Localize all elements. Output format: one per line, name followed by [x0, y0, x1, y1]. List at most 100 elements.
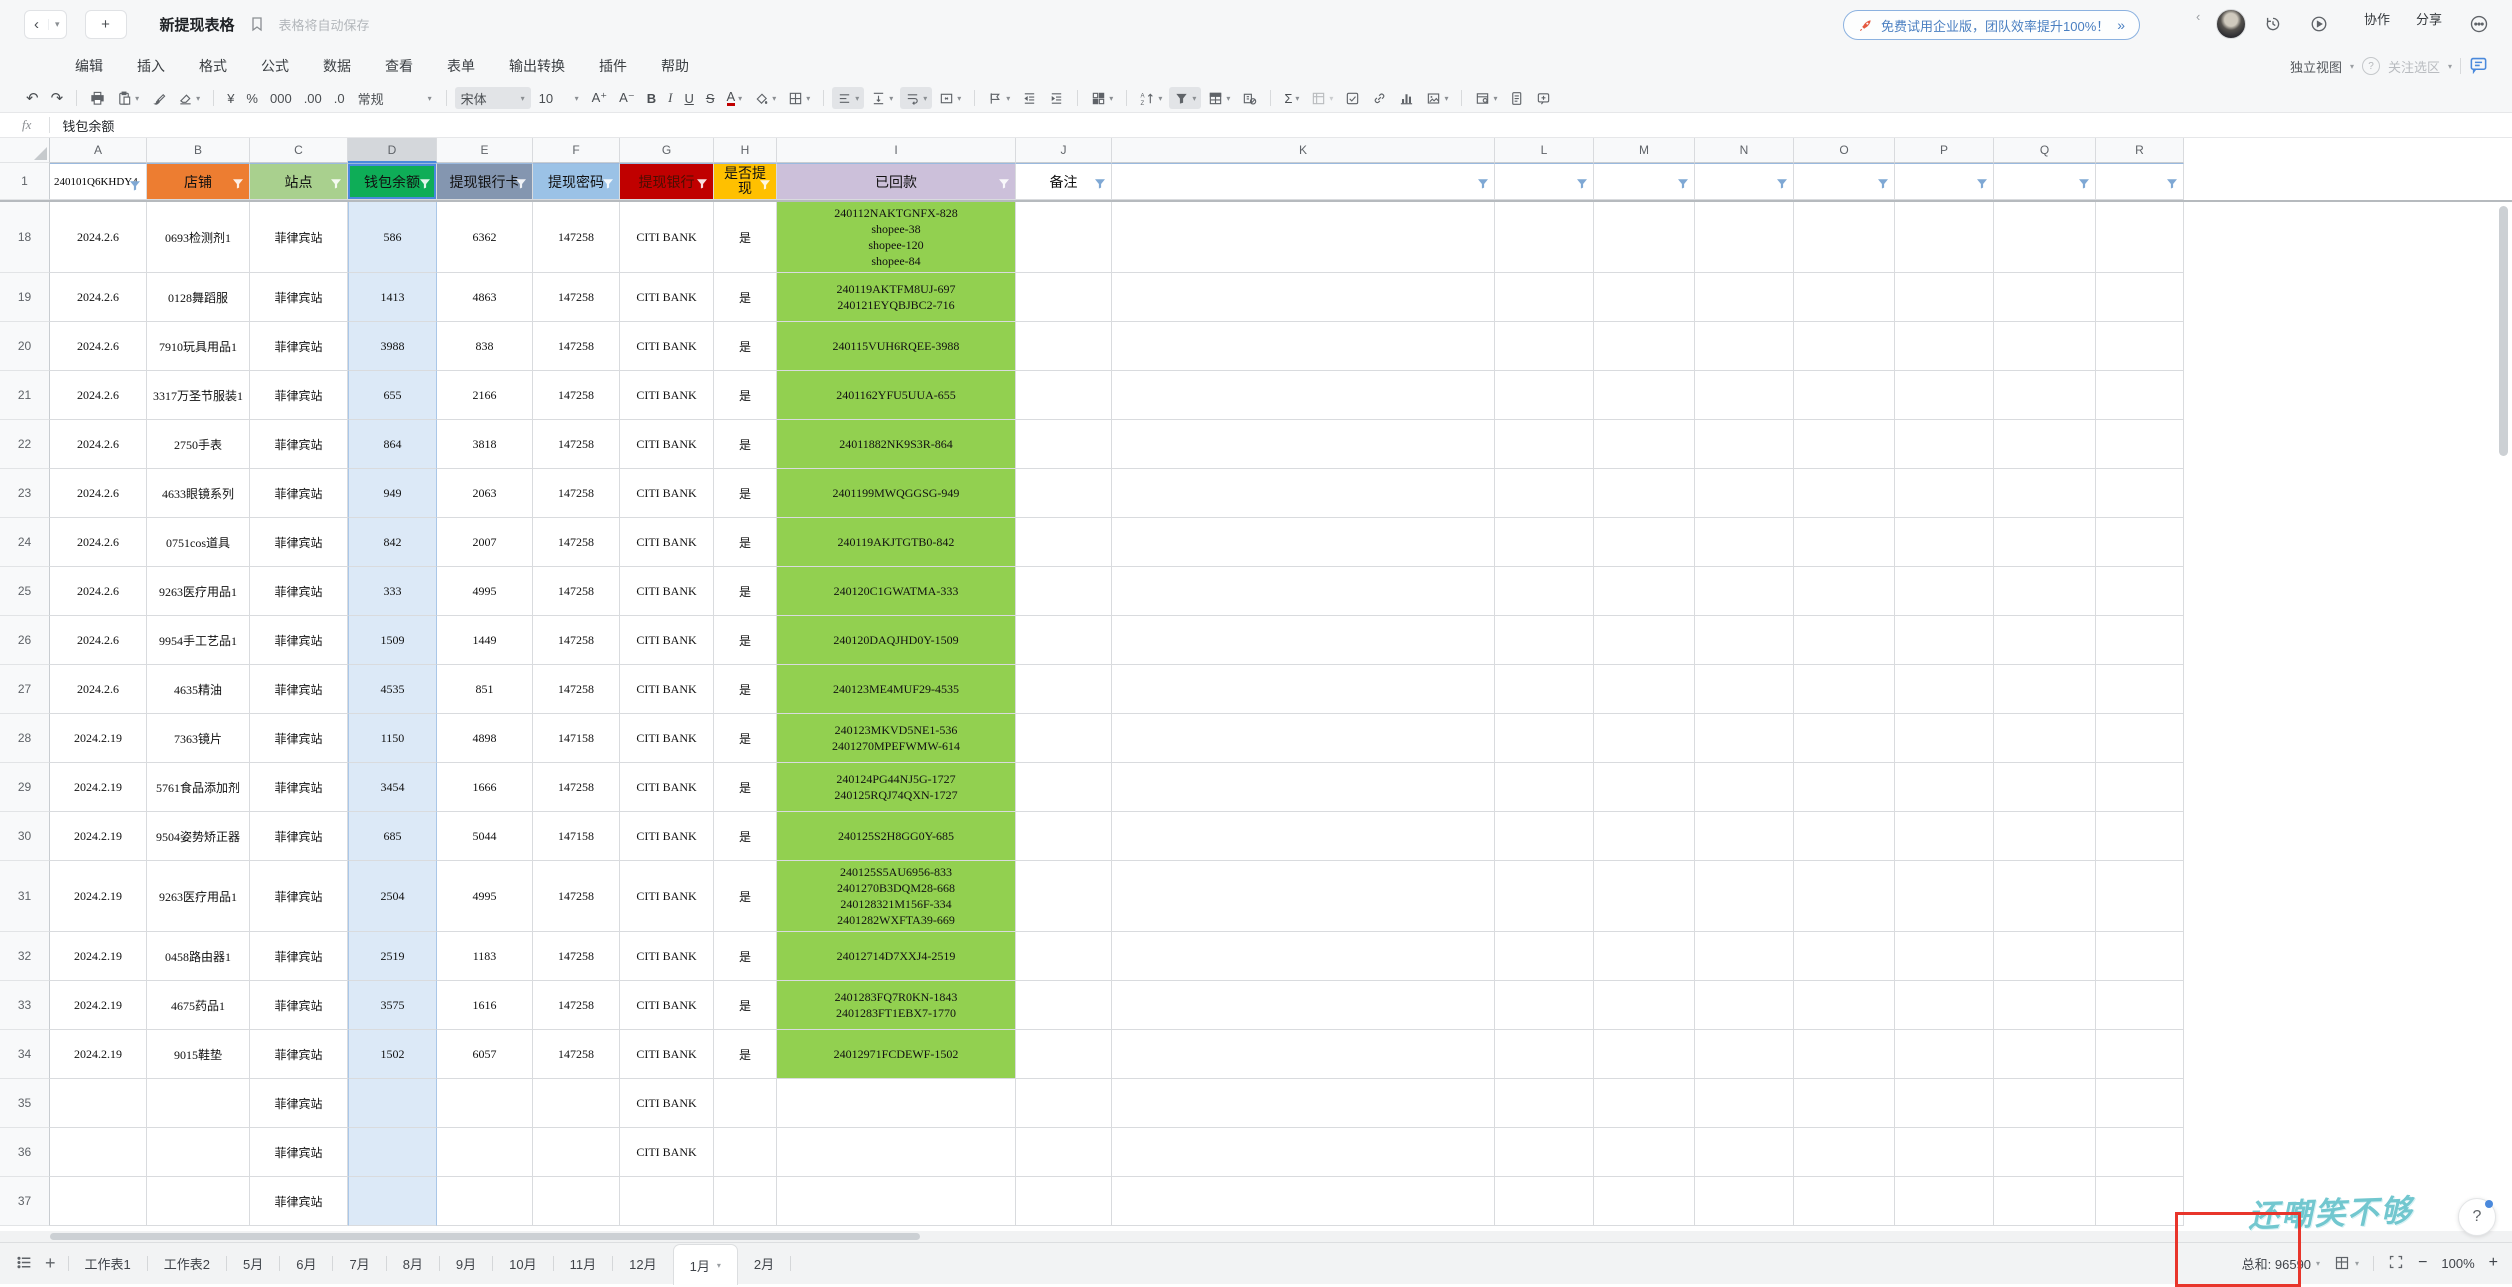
back-button-group[interactable]: ‹ ▾ [24, 10, 67, 39]
cell-B24[interactable]: 0751cos道具 [147, 518, 250, 567]
row-header-32[interactable]: 32 [0, 932, 50, 981]
cell-A25[interactable]: 2024.2.6 [50, 567, 147, 616]
cell-J18[interactable] [1016, 202, 1112, 273]
cell-A18[interactable]: 2024.2.6 [50, 202, 147, 273]
cell-R26[interactable] [2096, 616, 2184, 665]
menu-item-插入[interactable]: 插入 [120, 56, 182, 76]
cell-Q32[interactable] [1994, 932, 2096, 981]
cell-O20[interactable] [1794, 322, 1895, 371]
cell-G20[interactable]: CITI BANK [620, 322, 714, 371]
help-button[interactable]: ? [2458, 1198, 2496, 1236]
cell-K27[interactable] [1112, 665, 1495, 714]
cell-I21[interactable]: 2401162YFU5UUA-655 [777, 371, 1016, 420]
format-painter-paste-icon[interactable]: ▾ [112, 87, 144, 109]
cell-Q33[interactable] [1994, 981, 2096, 1030]
select-all-corner[interactable] [0, 138, 50, 163]
cell-L22[interactable] [1495, 420, 1594, 469]
cell-Q26[interactable] [1994, 616, 2096, 665]
cell-B32[interactable]: 0458路由器1 [147, 932, 250, 981]
cell-B36[interactable] [147, 1128, 250, 1177]
cell-R33[interactable] [2096, 981, 2184, 1030]
cell-R20[interactable] [2096, 322, 2184, 371]
cell-E30[interactable]: 5044 [437, 812, 533, 861]
cell-K26[interactable] [1112, 616, 1495, 665]
filter-funnel-icon-R[interactable] [2166, 178, 2178, 195]
document-icon[interactable] [1504, 87, 1529, 109]
row-header-22[interactable]: 22 [0, 420, 50, 469]
row-header-18[interactable]: 18 [0, 202, 50, 273]
filter-funnel-icon-M[interactable] [1677, 178, 1689, 195]
cell-P26[interactable] [1895, 616, 1994, 665]
cell-G21[interactable]: CITI BANK [620, 371, 714, 420]
cell-F32[interactable]: 147258 [533, 932, 620, 981]
cell-P1[interactable] [1895, 163, 1994, 200]
cell-J22[interactable] [1016, 420, 1112, 469]
promo-banner[interactable]: 免费试用企业版，团队效率提升100%！ » [1843, 10, 2140, 40]
cell-C36[interactable]: 菲律宾站 [250, 1128, 348, 1177]
cell-C31[interactable]: 菲律宾站 [250, 861, 348, 932]
column-header-F[interactable]: F [533, 138, 620, 163]
cell-A33[interactable]: 2024.2.19 [50, 981, 147, 1030]
column-header-A[interactable]: A [50, 138, 147, 163]
horizontal-scrollbar[interactable] [0, 1231, 2512, 1242]
cell-Q36[interactable] [1994, 1128, 2096, 1177]
cell-E21[interactable]: 2166 [437, 371, 533, 420]
cell-D27[interactable]: 4535 [348, 665, 437, 714]
cell-G26[interactable]: CITI BANK [620, 616, 714, 665]
cell-K36[interactable] [1112, 1128, 1495, 1177]
eraser-icon[interactable]: ▾ [173, 87, 205, 109]
cell-Q23[interactable] [1994, 469, 2096, 518]
cell-F29[interactable]: 147258 [533, 763, 620, 812]
cell-K24[interactable] [1112, 518, 1495, 567]
play-demo-icon[interactable] [2304, 9, 2334, 39]
italic-button[interactable]: I [663, 87, 677, 109]
cell-C33[interactable]: 菲律宾站 [250, 981, 348, 1030]
row-header-35[interactable]: 35 [0, 1079, 50, 1128]
cell-Q31[interactable] [1994, 861, 2096, 932]
cell-H34[interactable]: 是 [714, 1030, 777, 1079]
column-header-O[interactable]: O [1794, 138, 1895, 163]
cell-B20[interactable]: 7910玩具用品1 [147, 322, 250, 371]
cell-L34[interactable] [1495, 1030, 1594, 1079]
menu-item-表单[interactable]: 表单 [430, 56, 492, 76]
cell-F36[interactable] [533, 1128, 620, 1177]
column-header-Q[interactable]: Q [1994, 138, 2096, 163]
cell-L32[interactable] [1495, 932, 1594, 981]
filter-funnel-icon-L[interactable] [1576, 178, 1588, 195]
cell-P28[interactable] [1895, 714, 1994, 763]
cell-F26[interactable]: 147258 [533, 616, 620, 665]
cell-K22[interactable] [1112, 420, 1495, 469]
cell-M22[interactable] [1594, 420, 1695, 469]
zoom-out-button[interactable]: − [2418, 1254, 2427, 1272]
cell-O21[interactable] [1794, 371, 1895, 420]
cell-N36[interactable] [1695, 1128, 1794, 1177]
row-header-29[interactable]: 29 [0, 763, 50, 812]
cell-Q18[interactable] [1994, 202, 2096, 273]
row-header-33[interactable]: 33 [0, 981, 50, 1030]
cell-F35[interactable] [533, 1079, 620, 1128]
cell-N28[interactable] [1695, 714, 1794, 763]
freeze-panes-icon[interactable]: ▾ [1470, 87, 1502, 109]
row-header-37[interactable]: 37 [0, 1177, 50, 1226]
merge-cells-icon[interactable]: ▾ [934, 87, 966, 109]
cell-M30[interactable] [1594, 812, 1695, 861]
freeze-icon[interactable]: ▾ [1203, 87, 1235, 109]
cell-P34[interactable] [1895, 1030, 1994, 1079]
wrap-text-icon[interactable]: ▾ [900, 87, 932, 109]
cell-L26[interactable] [1495, 616, 1594, 665]
row-header-31[interactable]: 31 [0, 861, 50, 932]
cell-M1[interactable] [1594, 163, 1695, 200]
cell-R29[interactable] [2096, 763, 2184, 812]
row-header-34[interactable]: 34 [0, 1030, 50, 1079]
cell-O30[interactable] [1794, 812, 1895, 861]
cell-P23[interactable] [1895, 469, 1994, 518]
vertical-align-icon[interactable]: ▾ [866, 87, 898, 109]
cell-N25[interactable] [1695, 567, 1794, 616]
cell-H24[interactable]: 是 [714, 518, 777, 567]
cell-F19[interactable]: 147258 [533, 273, 620, 322]
cell-M24[interactable] [1594, 518, 1695, 567]
row-header-21[interactable]: 21 [0, 371, 50, 420]
bold-button[interactable]: B [642, 87, 661, 109]
cell-B23[interactable]: 4633眼镜系列 [147, 469, 250, 518]
cell-J30[interactable] [1016, 812, 1112, 861]
